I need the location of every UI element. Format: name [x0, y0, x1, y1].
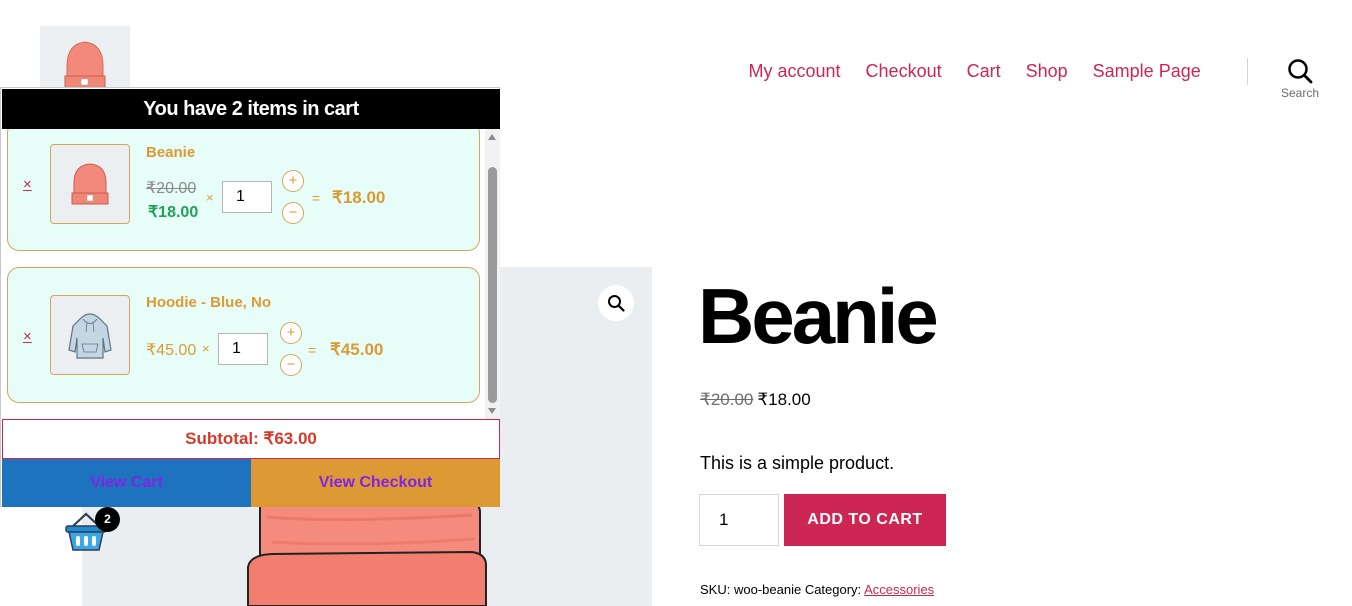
beanie-thumbnail-icon [71, 163, 109, 205]
quantity-increase-button[interactable]: + [280, 322, 302, 344]
cart-item-sale-price: ₹18.00 [148, 204, 199, 221]
product-title: Beanie [698, 272, 939, 360]
cart-item: × Beanie ₹20.00 ₹18.00 × + − = ₹18.00 [7, 129, 480, 251]
sku-label: SKU: [700, 582, 731, 597]
cart-item-name[interactable]: Hoodie - Blue, No [146, 294, 271, 311]
quantity-decrease-button[interactable]: − [280, 354, 302, 376]
search-icon [1288, 59, 1313, 84]
view-cart-button[interactable]: View Cart [2, 459, 251, 507]
cart-item-line-total: ₹18.00 [332, 188, 386, 207]
site-logo[interactable] [40, 26, 130, 88]
scroll-down-arrow-icon[interactable] [488, 408, 496, 414]
mini-cart-scrollbar[interactable] [485, 129, 500, 419]
search-label: Search [1280, 86, 1320, 100]
multiply-sign: × [202, 341, 210, 356]
cart-item-quantity-input[interactable] [222, 181, 272, 213]
primary-nav: My account Checkout Cart Shop Sample Pag… [736, 58, 1213, 84]
product-meta: SKU: woo-beanie Category: Accessories [700, 581, 934, 598]
quantity-increase-button[interactable]: + [282, 170, 304, 192]
scroll-up-arrow-icon[interactable] [488, 134, 496, 140]
mini-cart-panel: You have 2 items in cart × Beanie ₹20.00… [0, 87, 500, 507]
product-old-price: ₹20.00 [700, 390, 754, 409]
nav-my-account[interactable]: My account [749, 58, 841, 84]
nav-divider [1247, 58, 1248, 85]
cart-item-line-total: ₹45.00 [330, 340, 384, 359]
product-price: ₹20.00 ₹18.00 [700, 389, 811, 411]
hoodie-thumbnail-icon [68, 313, 112, 359]
sku-value: woo-beanie [733, 582, 802, 597]
cart-item-original-price: ₹20.00 [146, 180, 197, 197]
category-link[interactable]: Accessories [864, 582, 934, 597]
product-description: This is a simple product. [700, 453, 895, 473]
scrollbar-thumb[interactable] [488, 167, 497, 403]
cart-item-unit-price: ₹45.00 [146, 342, 197, 359]
cart-item-thumbnail[interactable] [50, 144, 130, 224]
beanie-logo-icon [64, 41, 106, 88]
equals-sign: = [308, 342, 317, 358]
product-sale-price: ₹18.00 [757, 390, 811, 409]
remove-item-button[interactable]: × [23, 328, 32, 345]
search-toggle[interactable]: Search [1270, 56, 1330, 106]
remove-item-button[interactable]: × [23, 176, 32, 193]
cart-count-badge: 2 [95, 507, 120, 532]
multiply-sign: × [206, 190, 214, 205]
view-checkout-button[interactable]: View Checkout [251, 459, 500, 507]
zoom-button[interactable] [598, 285, 634, 321]
cart-item-thumbnail[interactable] [50, 295, 130, 375]
nav-shop[interactable]: Shop [1026, 58, 1068, 84]
category-label: Category: [804, 582, 862, 597]
cart-item-quantity-input[interactable] [218, 333, 268, 365]
mini-cart-header: You have 2 items in cart [2, 89, 500, 129]
quantity-decrease-button[interactable]: − [282, 202, 304, 224]
mini-cart-subtotal: Subtotal: ₹63.00 [2, 419, 500, 459]
nav-checkout[interactable]: Checkout [866, 58, 942, 84]
nav-sample-page[interactable]: Sample Page [1093, 58, 1201, 84]
product-quantity-input[interactable] [699, 494, 779, 546]
equals-sign: = [312, 190, 321, 206]
nav-cart[interactable]: Cart [967, 58, 1001, 84]
mini-cart-items[interactable]: × Beanie ₹20.00 ₹18.00 × + − = ₹18.00 × [1, 129, 485, 419]
magnifier-icon [608, 295, 625, 312]
add-to-cart-button[interactable]: ADD TO CART [784, 494, 946, 546]
cart-item-name[interactable]: Beanie [146, 144, 195, 161]
cart-item: × Hoodie - Blue, No ₹45.00 × + − = ₹45.0… [7, 267, 480, 403]
